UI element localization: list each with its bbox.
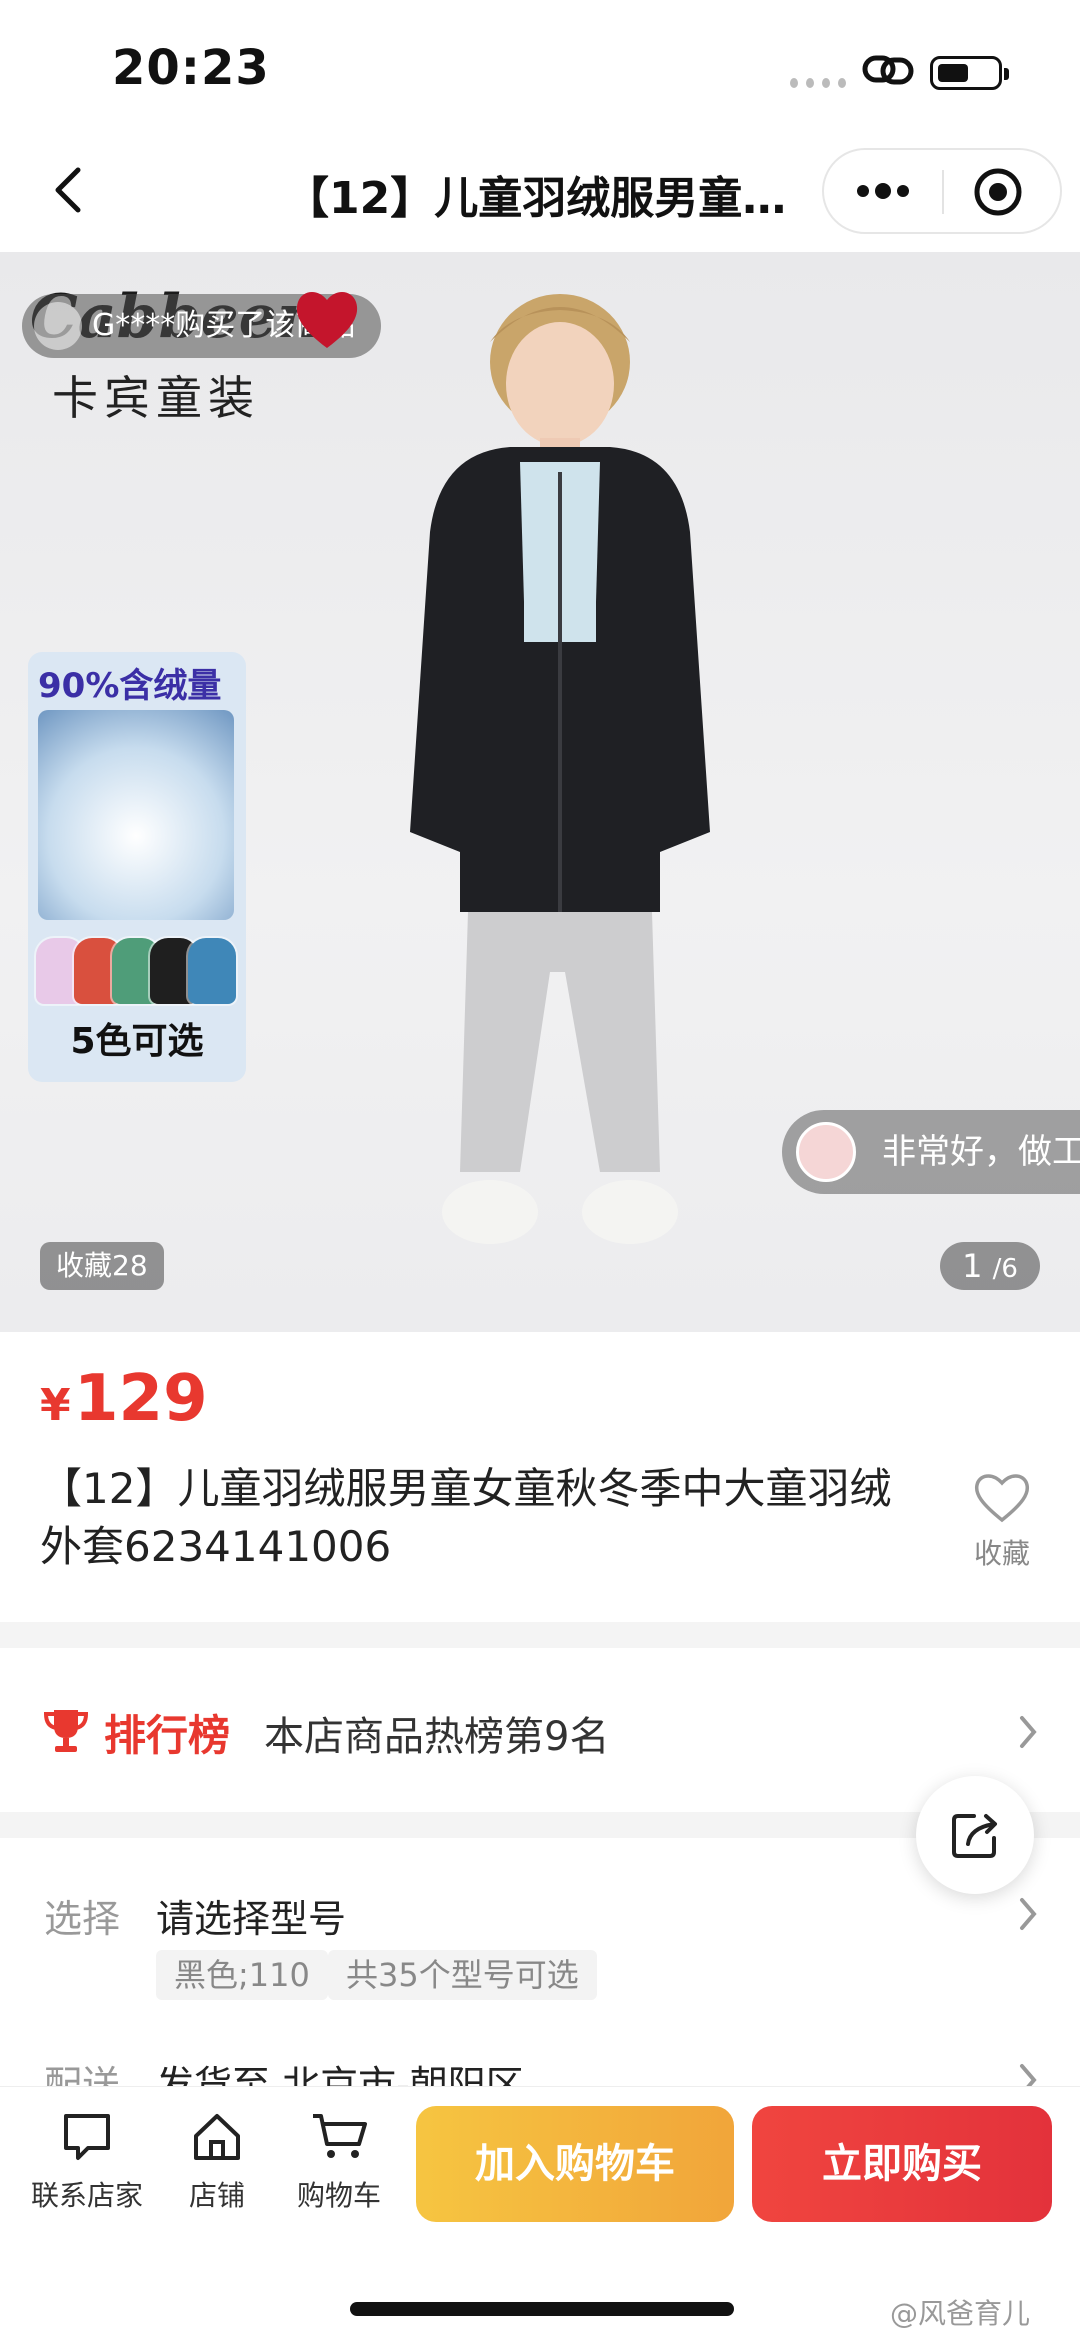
price: 129 [74,1362,208,1436]
buy-now-button[interactable]: 立即购买 [752,2106,1052,2222]
link-icon [862,55,914,85]
variant-count-tag: 共35个型号可选 [328,1950,597,2000]
favorite-count-badge: 收藏28 [40,1242,164,1290]
add-to-cart-button[interactable]: 加入购物车 [416,2106,734,2222]
promo-down-content: 90%含绒量 [38,666,222,706]
store-tab[interactable]: 店铺 [152,2110,282,2214]
selection-value: 请选择型号 [156,1897,347,1941]
home-indicator[interactable] [350,2302,734,2316]
divider [0,1622,1080,1648]
back-arrow-icon[interactable] [40,160,100,220]
cart-icon [313,2114,367,2158]
cart-tab[interactable]: 购物车 [274,2110,404,2214]
promo-colors-text: 5色可选 [70,1021,204,1062]
product-title: 【12】儿童羽绒服男童女童秋冬季中大童羽绒外套6234141006 [40,1464,892,1571]
favorite-button[interactable]: 收藏 [958,1470,1046,1572]
miniprogram-capsule [822,148,1062,234]
ranking-text: 本店商品热榜第9名 [264,1714,610,1760]
jacket-colors [36,934,240,1008]
ranking-label: 排行榜 [104,1711,231,1760]
watermark: @风爸育儿 [890,2297,1031,2330]
heart-logo-icon [296,291,358,348]
selection-key: 选择 [44,1897,121,1941]
trophy-icon [43,1710,89,1752]
home-icon [194,2114,240,2160]
avatar [796,1122,856,1182]
close-target-icon[interactable] [972,166,1024,218]
price-currency: ¥ [40,1380,71,1431]
more-icon[interactable] [854,176,912,206]
promo-frost-image [38,710,234,920]
contact-store-tab[interactable]: 联系店家 [22,2110,152,2214]
chevron-right-icon [1020,1716,1037,1748]
signal-icon [790,78,846,88]
battery-icon [930,56,1009,90]
favorite-label: 收藏 [973,1537,1030,1570]
jacket-swatch [188,938,236,1004]
review-bubble: 非常好，做工 [782,1110,1080,1194]
product-image-carousel[interactable]: Cabbeen 卡宾童装 G****购买了该商品 90%含绒量 5色可选 非常好… [0,252,1080,1332]
avatar [34,302,82,350]
status-time: 20:23 [112,40,270,96]
model-photo [410,294,710,1244]
promo-card: 90%含绒量 5色可选 [28,652,246,1082]
chevron-right-icon [1020,1898,1037,1930]
image-page-indicator: 1 /6 [940,1242,1040,1290]
chat-icon [64,2114,110,2160]
page-title: 【12】儿童羽绒服男童… [285,173,787,224]
selected-variant-tag: 黑色;110 [156,1950,328,2000]
heart-outline-icon [974,1474,1030,1523]
brand-name: 卡宾童装 [52,371,260,425]
